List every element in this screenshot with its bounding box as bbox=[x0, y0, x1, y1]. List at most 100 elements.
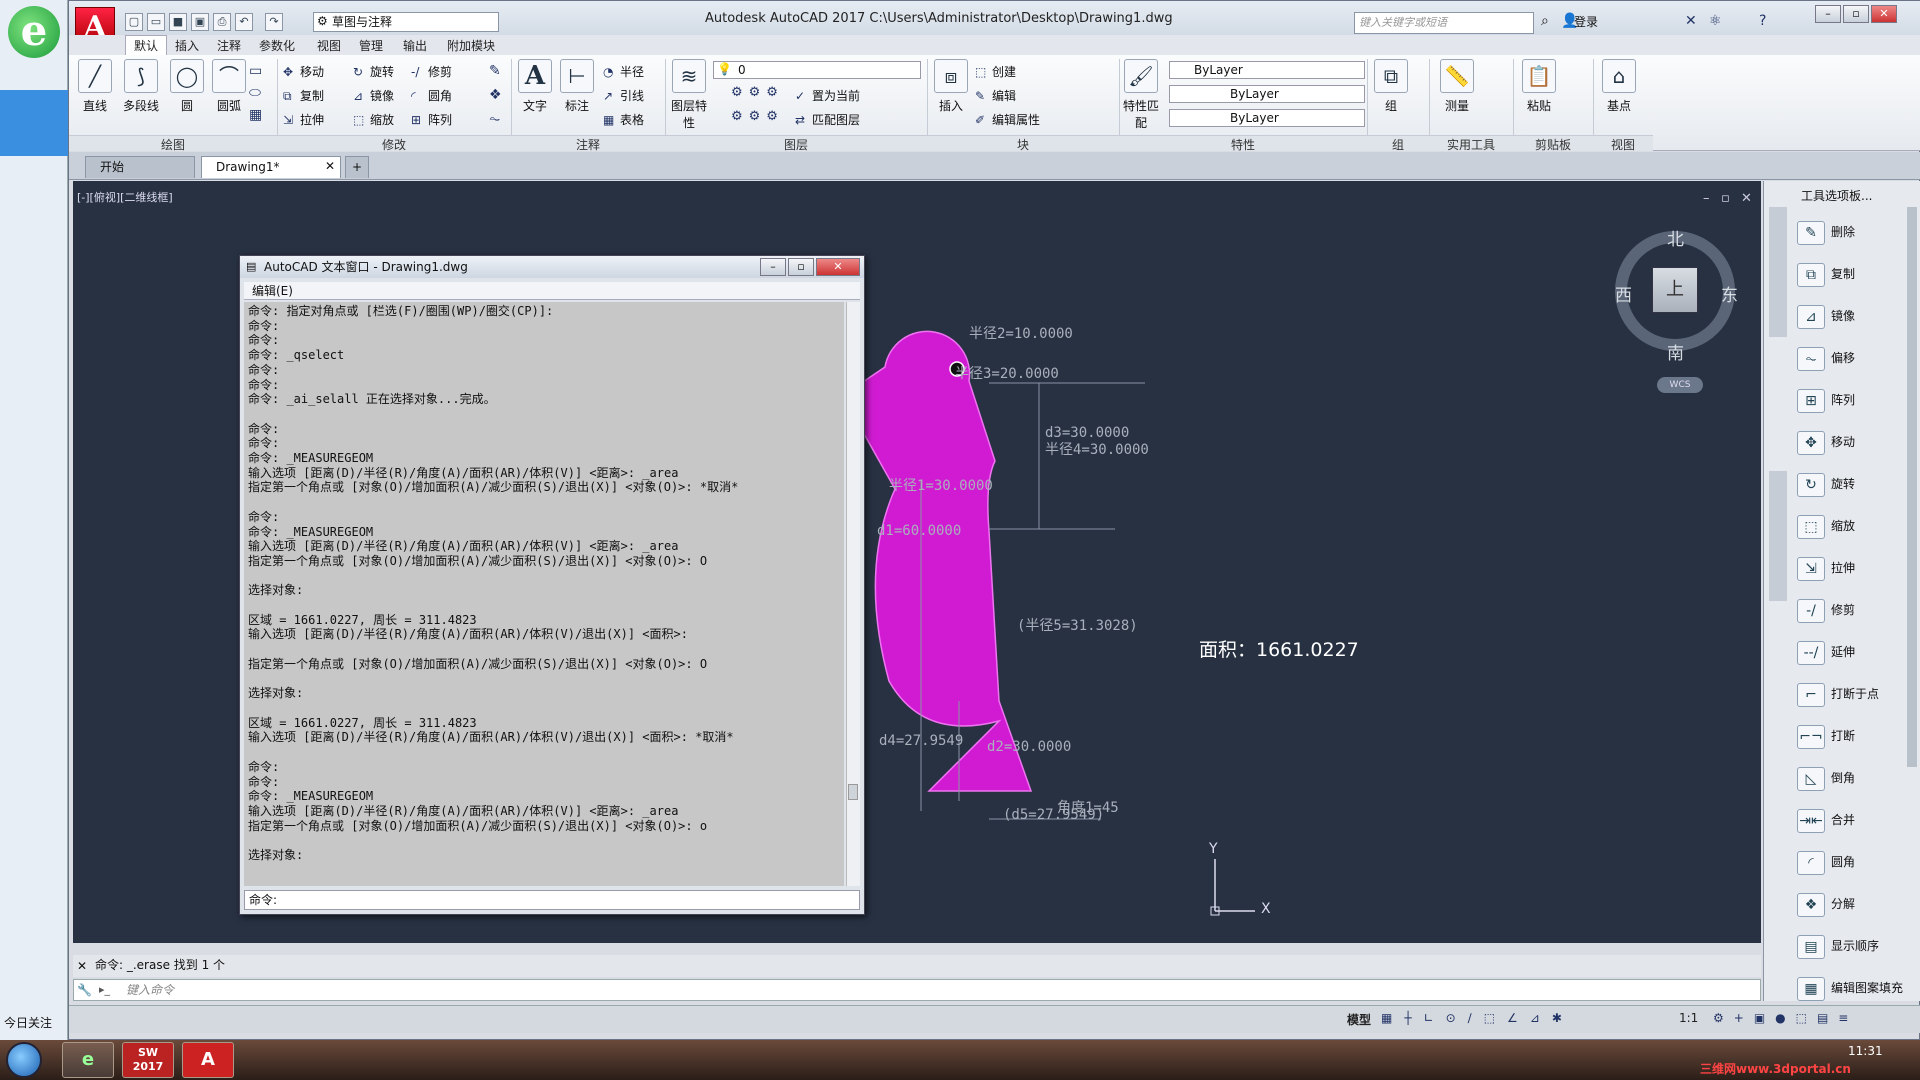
circle-button[interactable]: ◯ 圆 bbox=[167, 59, 207, 114]
modify-panel-label[interactable]: 修改 bbox=[277, 135, 511, 152]
dim-label[interactable]: (半径5=31.3028) bbox=[1017, 615, 1138, 635]
array-button[interactable]: ⊞ 阵列 bbox=[411, 111, 452, 128]
area-label[interactable]: 面积：1661.0227 bbox=[1199, 635, 1359, 662]
maximize-button[interactable]: ▫ bbox=[1843, 5, 1869, 23]
palette-array[interactable]: ⊞ 阵列 bbox=[1797, 387, 1855, 413]
dim-label[interactable]: (d5=27.9549) bbox=[1003, 807, 1104, 823]
tab-insert[interactable]: 插入 bbox=[175, 37, 199, 54]
palette-stretch[interactable]: ⇲ 拉伸 bbox=[1797, 555, 1855, 581]
table-button[interactable]: ▦ 表格 bbox=[603, 111, 644, 128]
palette-offset[interactable]: ⏦ 偏移 bbox=[1797, 345, 1855, 371]
palette-extend[interactable]: --/延伸 bbox=[1797, 639, 1855, 665]
palette-move[interactable]: ✥ 移动 bbox=[1797, 429, 1855, 455]
close-icon[interactable]: ✕ bbox=[77, 959, 87, 973]
edit-attributes-button[interactable]: ✐ 编辑属性 bbox=[975, 111, 1040, 128]
match-layer-button[interactable]: ⇄ 匹配图层 bbox=[795, 111, 860, 128]
tab-annotate[interactable]: 注释 bbox=[217, 37, 241, 54]
workspace-select[interactable]: 草图与注释 bbox=[313, 12, 499, 32]
group-button[interactable]: ⧉ 组 bbox=[1371, 59, 1411, 114]
new-tab-button[interactable]: + bbox=[345, 156, 369, 178]
properties-panel-label[interactable]: 特性 bbox=[1119, 135, 1367, 152]
layers-panel-label[interactable]: 图层 bbox=[665, 135, 927, 152]
palette-explode[interactable]: ❖ 分解 bbox=[1797, 891, 1855, 917]
set-current-button[interactable]: ✓ 置为当前 bbox=[795, 87, 860, 104]
palette-join[interactable]: ⇥⇤ 合并 bbox=[1797, 807, 1855, 833]
save-icon[interactable]: ■ bbox=[169, 13, 187, 31]
text-window-maximize[interactable]: ▫ bbox=[788, 258, 814, 276]
command-input[interactable]: 键入命令 bbox=[73, 979, 1761, 1001]
text-window-minimize[interactable]: – bbox=[760, 258, 786, 276]
edit-menu[interactable]: 编辑(E) bbox=[244, 282, 860, 300]
view-panel-label[interactable]: 视图 bbox=[1593, 135, 1653, 152]
model-space-button[interactable]: 模型 bbox=[1347, 1011, 1371, 1028]
tab-view[interactable]: 视图 bbox=[317, 37, 341, 54]
status-tools[interactable]: ⚙+▣●⬚▤≡ bbox=[1713, 1011, 1858, 1025]
tab-manage[interactable]: 管理 bbox=[359, 37, 383, 54]
leader-button[interactable]: ↗ 引线 bbox=[603, 87, 644, 104]
line-button[interactable]: ╱ 直线 bbox=[75, 59, 115, 114]
taskbar-solidworks[interactable]: SW 2017 bbox=[122, 1042, 174, 1078]
tab-default[interactable]: 默认 bbox=[125, 35, 168, 55]
a360-icon[interactable]: ⚛ bbox=[1709, 13, 1722, 29]
insert-button[interactable]: ⧈ 插入 bbox=[931, 59, 971, 114]
help-icon[interactable]: ? bbox=[1759, 13, 1766, 29]
rotate-button[interactable]: ↻ 旋转 bbox=[353, 63, 394, 80]
tab-output[interactable]: 输出 bbox=[403, 37, 427, 54]
palette-break-at-point[interactable]: ⌐ 打断于点 bbox=[1797, 681, 1879, 707]
ie-logo[interactable]: e bbox=[8, 6, 60, 58]
dim-label[interactable]: d4=27.9549 bbox=[879, 733, 963, 749]
tab-parametric[interactable]: 参数化 bbox=[259, 37, 295, 54]
tab-addins[interactable]: 附加模块 bbox=[447, 37, 495, 54]
palette-fillet[interactable]: ◜ 圆角 bbox=[1797, 849, 1855, 875]
palette-scrollbar[interactable] bbox=[1907, 207, 1917, 767]
fillet-button[interactable]: ◜ 圆角 bbox=[411, 87, 452, 104]
viewport-close-icon[interactable]: ✕ bbox=[1741, 191, 1752, 206]
layer-tools-icon-2[interactable]: ⚙⚙⚙ bbox=[731, 109, 784, 124]
dim-label[interactable]: d2=30.0000 bbox=[987, 739, 1071, 755]
today-label[interactable]: 今日关注 bbox=[4, 1014, 52, 1031]
palette-side-tab[interactable] bbox=[1769, 471, 1787, 601]
stretch-button[interactable]: ⇲ 拉伸 bbox=[283, 111, 324, 128]
text-button[interactable]: A 文字 bbox=[515, 59, 555, 114]
close-button[interactable]: ✕ bbox=[1871, 5, 1897, 23]
compass-south[interactable]: 南 bbox=[1667, 339, 1684, 364]
viewcube[interactable]: 上 bbox=[1652, 267, 1698, 313]
dimension-button[interactable]: ⊢ 标注 bbox=[557, 59, 597, 114]
layer-tools-icon[interactable]: ⚙⚙⚙ bbox=[731, 85, 784, 100]
palette-scale[interactable]: ⬚ 缩放 bbox=[1797, 513, 1855, 539]
paste-button[interactable]: 📋 粘贴 bbox=[1519, 59, 1559, 114]
match-properties-button[interactable]: 🖌 特性匹配 bbox=[1121, 59, 1161, 131]
tab-start[interactable]: 开始 bbox=[85, 156, 195, 178]
dim-label[interactable]: 半径1=30.0000 bbox=[889, 475, 993, 495]
clipboard-panel-label[interactable]: 剪贴板 bbox=[1513, 135, 1593, 152]
binoculars-icon[interactable]: ⌕ bbox=[1541, 13, 1549, 29]
text-window-prompt[interactable]: 命令: bbox=[244, 890, 860, 910]
dim-label[interactable]: 半径2=10.0000 bbox=[969, 323, 1073, 343]
wcs-menu[interactable]: WCS bbox=[1657, 377, 1703, 393]
viewport-controls[interactable]: [-][俯视][二维线框] bbox=[77, 189, 173, 205]
print-icon[interactable]: ⎙ bbox=[213, 13, 231, 31]
erase-icon[interactable]: ✎ bbox=[489, 63, 501, 79]
palette-erase[interactable]: ✎ 删除 bbox=[1797, 219, 1855, 245]
color-dropdown[interactable]: ByLayer bbox=[1169, 61, 1365, 79]
minimize-button[interactable]: – bbox=[1815, 5, 1841, 23]
search-input[interactable]: 键入关键字或短语 bbox=[1354, 12, 1534, 34]
text-window[interactable]: AutoCAD 文本窗口 - Drawing1.dwg ▤ – ▫ ✕ 编辑(E… bbox=[239, 255, 865, 915]
new-file-icon[interactable]: ▢ bbox=[125, 13, 143, 31]
save-as-icon[interactable]: ▣ bbox=[191, 13, 209, 31]
draw-panel-label[interactable]: 绘图 bbox=[69, 135, 277, 152]
tab-drawing1[interactable]: Drawing1* bbox=[201, 156, 341, 178]
layer-properties-button[interactable]: ≋ 图层特性 bbox=[669, 59, 709, 131]
palette-edit-hatch[interactable]: ▦ 编辑图案填充 bbox=[1797, 975, 1903, 1001]
copy-button[interactable]: ⧉ 复制 bbox=[283, 87, 324, 104]
ellipse-icon[interactable]: ⬭ bbox=[249, 85, 261, 101]
create-block-button[interactable]: ⬚ 创建 bbox=[975, 63, 1016, 80]
palette-trim[interactable]: -/修剪 bbox=[1797, 597, 1855, 623]
arc-button[interactable]: ⌒ 圆弧 bbox=[209, 59, 249, 114]
move-button[interactable]: ✥ 移动 bbox=[283, 63, 324, 80]
viewport-restore-icon[interactable]: ▫ bbox=[1721, 191, 1730, 206]
start-button[interactable] bbox=[6, 1042, 42, 1078]
exchange-icon[interactable]: ✕ bbox=[1685, 13, 1697, 29]
tool-palette-title[interactable]: 工具选项板... bbox=[1801, 187, 1872, 204]
redo-icon[interactable]: ↷ bbox=[265, 13, 283, 31]
